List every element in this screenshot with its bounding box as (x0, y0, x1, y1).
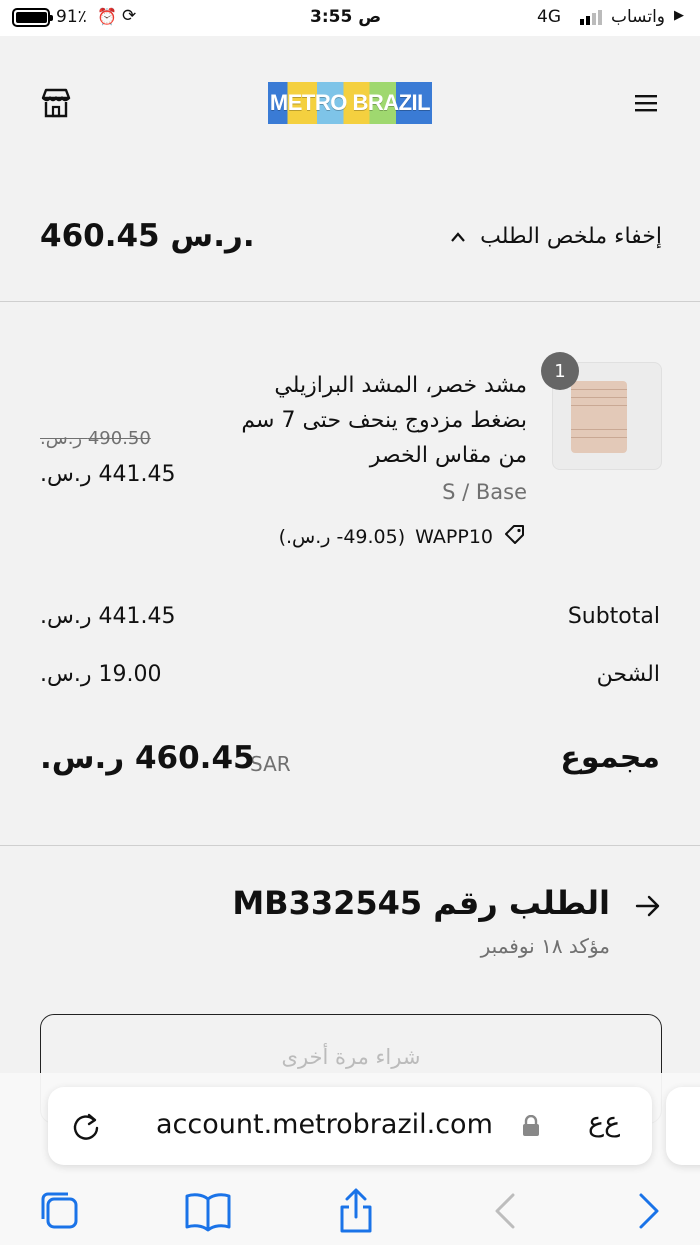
product-price: 441.45 ر.س. (40, 462, 176, 487)
tabs-icon[interactable] (36, 1187, 84, 1235)
divider (0, 301, 700, 302)
next-tab-preview[interactable] (666, 1087, 700, 1165)
store-icon[interactable] (40, 88, 72, 118)
buy-again-label: شراء مرة أخرى (281, 1045, 421, 1069)
back-icon[interactable] (482, 1187, 530, 1235)
alarm-icon: ⏰ (97, 7, 117, 26)
grand-total: 460.45 ر.س. (40, 740, 255, 776)
chevron-up-icon (450, 224, 466, 249)
browser-toolbar: account.metrobrazil.com ﻉﻉ (0, 1073, 700, 1245)
product-title[interactable]: مشد خصر، المشد البرازيلي بضغط مزدوج ينحف… (187, 368, 527, 473)
discount-row: (49.05- ر.س.) WAPP10 (279, 522, 527, 551)
rotation-lock-icon: ⟳ (122, 6, 137, 26)
summary-total: 460.45 ر.س. (40, 218, 255, 254)
discount-code: WAPP10 (415, 525, 493, 548)
shipping-label: الشحن (596, 662, 660, 687)
product-variant: S / Base (442, 480, 527, 504)
divider (0, 845, 700, 846)
hide-summary-toggle[interactable]: إخفاء ملخص الطلب (450, 224, 662, 249)
address-bar[interactable]: account.metrobrazil.com ﻉﻉ (48, 1087, 652, 1165)
site-header: METRO BRAZIL (0, 36, 700, 186)
order-number: الطلب رقم MB332545 (232, 884, 610, 922)
product-image (571, 381, 627, 453)
battery-percent: 91٪ (56, 7, 87, 27)
tag-icon (503, 522, 527, 551)
share-icon[interactable] (332, 1187, 380, 1235)
total-label: مجموع (560, 740, 660, 775)
hide-summary-label: إخفاء ملخص الطلب (480, 224, 662, 249)
quantity-badge: 1 (541, 352, 579, 390)
shipping-value: 19.00 ر.س. (40, 662, 162, 687)
back-to-app[interactable]: واتساب (611, 7, 665, 27)
url-text[interactable]: account.metrobrazil.com (156, 1109, 493, 1140)
forward-icon[interactable] (624, 1187, 672, 1235)
battery-icon (12, 8, 53, 27)
lock-icon (522, 1114, 540, 1137)
status-bar: 91٪ ⏰ ⟳ 3:55 ص 4G واتساب ▶ (0, 0, 700, 36)
network-type: 4G (537, 7, 561, 27)
reload-icon[interactable] (70, 1111, 102, 1143)
signal-icon (580, 9, 602, 25)
hamburger-icon[interactable] (635, 94, 657, 112)
discount-amount: (49.05- ر.س.) (278, 525, 406, 548)
clock: 3:55 ص (310, 7, 382, 27)
currency-code: SAR (250, 752, 291, 776)
play-icon: ▶ (674, 8, 684, 23)
order-status: مؤكد ١٨ نوفمبر (480, 934, 610, 958)
subtotal-label: Subtotal (567, 604, 660, 629)
original-price: 490.50 ر.س. (40, 428, 151, 449)
arrow-right-icon[interactable] (634, 892, 662, 920)
subtotal-value: 441.45 ر.س. (40, 604, 176, 629)
bookmarks-icon[interactable] (184, 1187, 232, 1235)
site-logo[interactable]: METRO BRAZIL (268, 82, 432, 124)
reader-aa-button[interactable]: ﻉﻉ (588, 1107, 620, 1138)
